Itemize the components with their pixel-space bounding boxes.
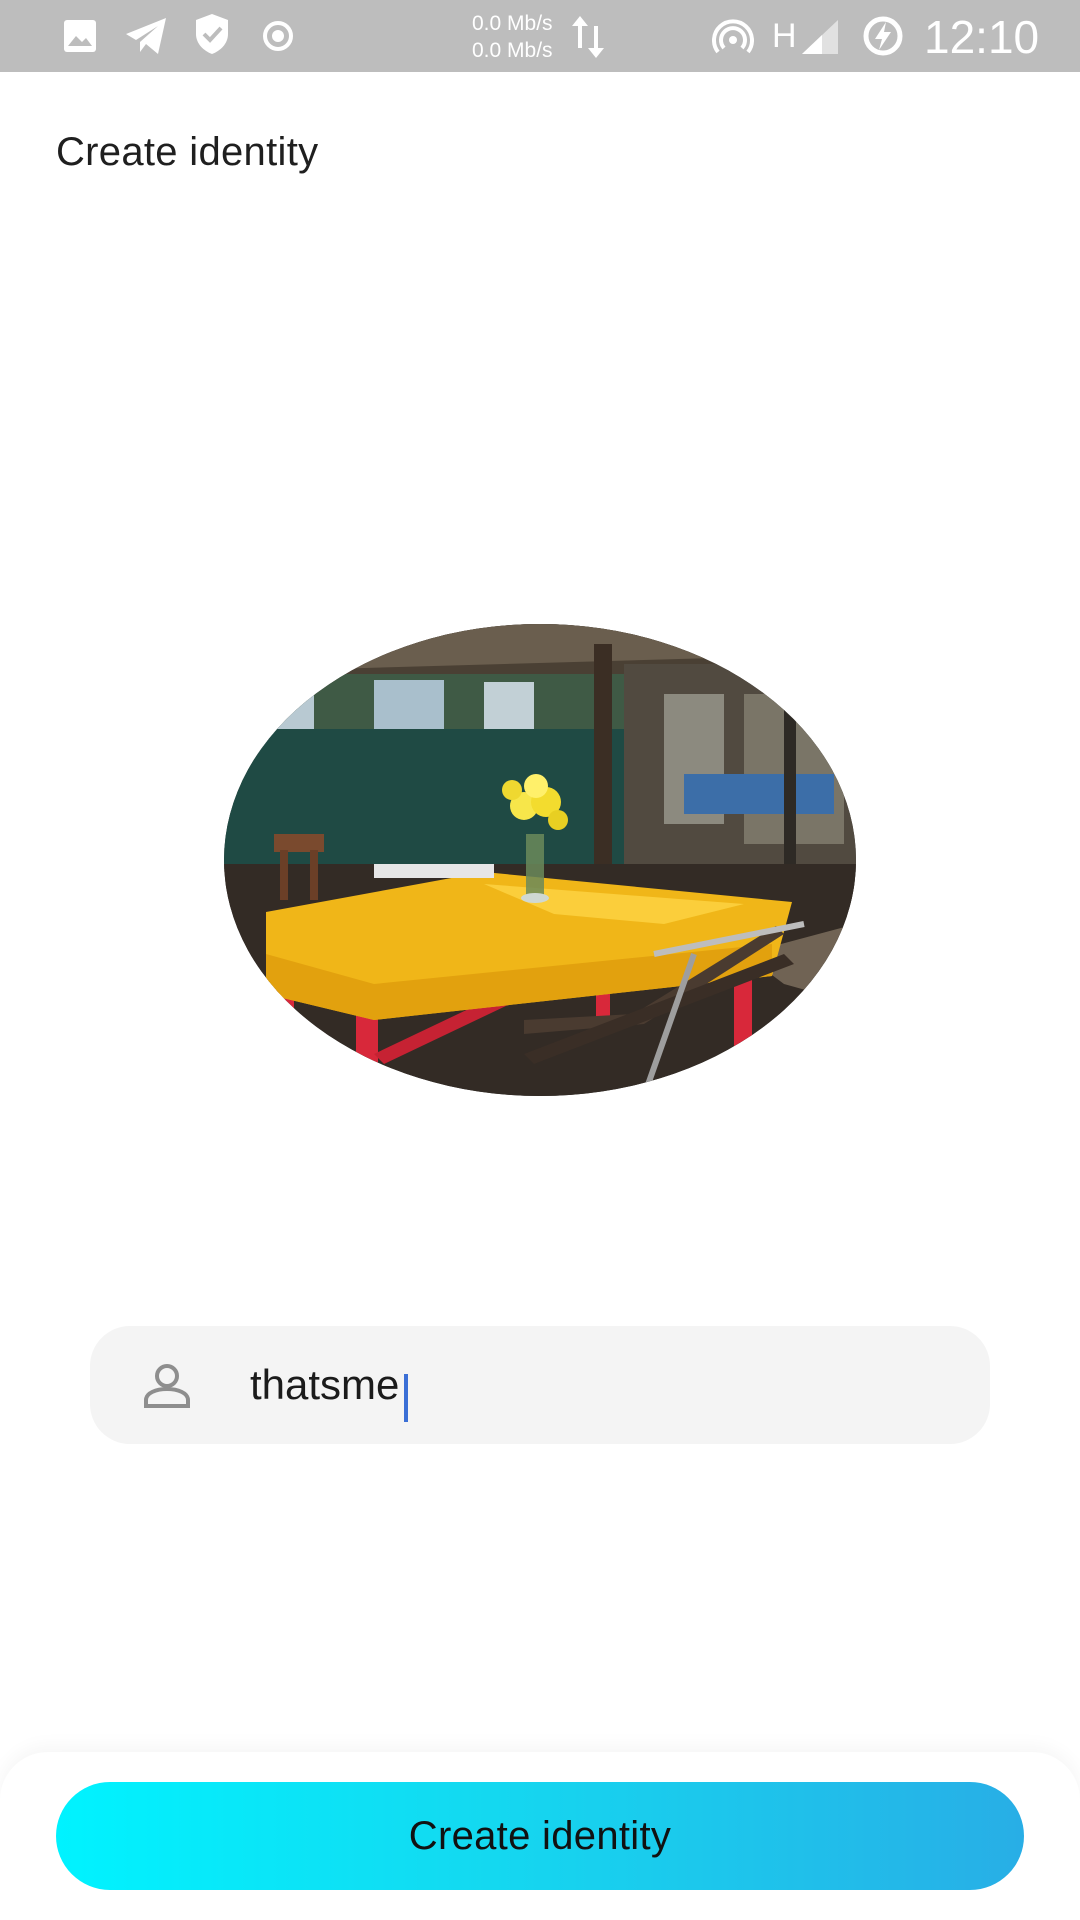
create-identity-screen: 0.0 Mb/s 0.0 Mb/s H 12:10 Create identit…	[0, 0, 1080, 1920]
shield-check-icon	[194, 12, 230, 56]
network-type-label: H	[772, 17, 797, 55]
telegram-icon	[124, 16, 168, 56]
record-icon	[262, 20, 294, 52]
page-title: Create identity	[56, 130, 319, 174]
hotspot-icon	[712, 16, 754, 56]
person-icon	[142, 1362, 192, 1410]
net-speed-down: 0.0 Mb/s	[472, 39, 553, 62]
text-caret	[404, 1374, 408, 1422]
create-identity-button[interactable]: Create identity	[56, 1782, 1024, 1890]
net-speed-up: 0.0 Mb/s	[472, 12, 553, 35]
battery-saver-icon	[862, 14, 904, 58]
network-speed: 0.0 Mb/s 0.0 Mb/s	[472, 10, 572, 64]
name-input[interactable]	[250, 1326, 950, 1444]
signal-icon	[800, 18, 840, 56]
status-clock: 12:10	[924, 11, 1040, 63]
transfer-arrows-icon	[572, 14, 604, 60]
avatar-photo[interactable]	[224, 624, 856, 1096]
gallery-icon	[62, 18, 98, 54]
status-bar: 0.0 Mb/s 0.0 Mb/s H 12:10	[0, 0, 1080, 72]
name-field[interactable]	[90, 1326, 990, 1444]
